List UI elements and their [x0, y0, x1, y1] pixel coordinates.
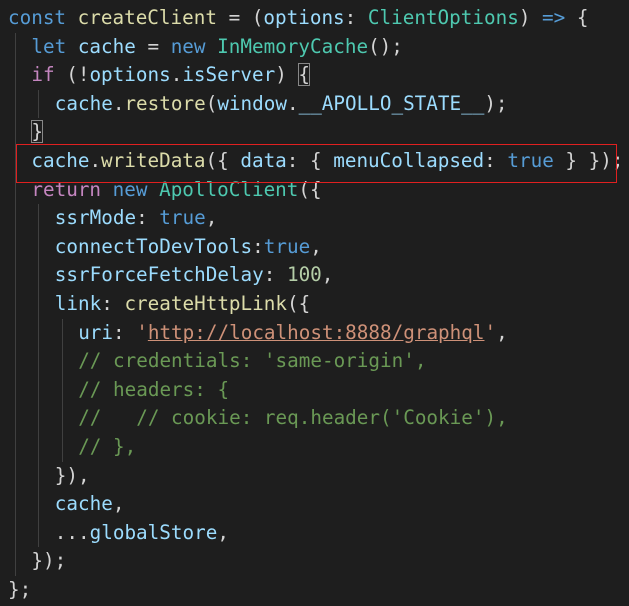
indent-guide: [15, 32, 16, 576]
code-line: }: [31, 118, 43, 147]
code-token: .: [286, 91, 299, 115]
code-token: :: [113, 320, 137, 344]
indent-guide: [61, 318, 63, 462]
code-token: ,: [205, 206, 218, 230]
code-line: });: [31, 547, 66, 576]
code-token: connectToDevTools: [54, 234, 253, 258]
code-token: ): [518, 6, 543, 29]
code-line: // // cookie: req.header('Cookie'),: [78, 404, 508, 433]
code-token: ,: [217, 520, 229, 544]
code-token: ,: [310, 234, 322, 258]
code-token: });: [31, 549, 67, 573]
code-token: }),: [54, 463, 90, 487]
code-line: if (!options.isServer) {: [31, 61, 311, 90]
code-line: ssrMode: true,: [55, 204, 218, 233]
code-token: true: [263, 234, 311, 258]
code-token: new: [170, 34, 218, 58]
code-token: :: [136, 206, 160, 230]
code-token: {: [298, 63, 311, 87]
code-line: }),: [55, 462, 90, 491]
code-editor[interactable]: const createClient = (options: ClientOpt…: [0, 0, 629, 606]
code-token: isServer: [182, 63, 276, 87]
code-token: =: [135, 34, 171, 58]
code-token: ,: [321, 263, 334, 287]
code-token: // // cookie: req.header('Cookie'),: [78, 406, 508, 430]
code-line: uri: 'http://localhost:8888/graphql',: [78, 319, 508, 348]
code-token: ssrMode: [54, 206, 137, 230]
code-token: (: [205, 91, 218, 115]
code-token: {: [565, 6, 589, 29]
code-token: :: [101, 292, 125, 315]
code-token: // credentials: 'same-origin',: [78, 349, 427, 373]
code-token: restore: [124, 91, 206, 115]
code-line: // headers: {: [78, 376, 229, 405]
code-token: .: [112, 91, 125, 115]
code-token: InMemoryCache: [217, 34, 369, 58]
code-token: uri: [78, 320, 114, 344]
code-line: cache.restore(window.__APOLLO_STATE__);: [55, 90, 508, 119]
code-token: cache: [54, 91, 113, 115]
code-token: createClient: [77, 6, 217, 29]
code-token: = (: [216, 6, 264, 29]
code-token: };: [8, 578, 32, 601]
code-token: if: [31, 63, 55, 87]
code-token: :: [252, 234, 264, 258]
code-token: // },: [78, 435, 137, 458]
code-token: const: [8, 6, 78, 29]
code-token: ssrForceFetchDelay: [54, 263, 264, 287]
code-token: true: [159, 206, 206, 230]
code-token: options: [89, 63, 171, 87]
code-token: ();: [368, 34, 403, 58]
code-line: cache,: [55, 490, 125, 519]
code-token: globalStore: [89, 520, 218, 544]
code-token: =>: [542, 6, 566, 29]
code-token: ClientOptions: [367, 6, 519, 29]
code-line: let cache = new InMemoryCache();: [31, 33, 403, 62]
code-token: ,: [496, 320, 508, 344]
code-token: ({: [286, 292, 311, 315]
highlight-box: [16, 144, 617, 183]
code-token: }: [31, 120, 43, 144]
indent-guide: [38, 204, 40, 548]
code-line: link: createHttpLink({: [55, 290, 310, 319]
code-token: cache: [77, 34, 136, 58]
code-token: cache: [54, 492, 113, 516]
code-line: ssrForceFetchDelay: 100,: [55, 261, 334, 290]
code-line: };: [8, 576, 31, 605]
code-token: __APOLLO_STATE__: [298, 91, 485, 115]
code-line: // credentials: 'same-origin',: [78, 347, 426, 376]
code-token: createHttpLink: [124, 292, 287, 315]
code-token: ,: [112, 492, 125, 516]
code-token: ): [275, 63, 299, 87]
indent-guide: [38, 89, 40, 119]
code-token: 100: [286, 263, 322, 287]
code-token: .: [170, 63, 183, 87]
code-token: (!: [54, 63, 90, 87]
code-line: connectToDevTools:true,: [55, 233, 322, 262]
code-token: window: [217, 91, 287, 115]
code-token: http://localhost:8888/graphql: [147, 320, 485, 344]
code-token: link: [54, 292, 102, 315]
code-line: ...globalStore,: [55, 519, 229, 548]
code-token: ': [136, 320, 148, 344]
code-token: :: [263, 263, 287, 287]
code-token: :: [344, 6, 368, 29]
code-line: // },: [78, 433, 136, 462]
code-token: let: [31, 34, 78, 58]
code-token: options: [263, 6, 345, 29]
code-token: ': [484, 320, 497, 344]
code-line: const createClient = (options: ClientOpt…: [8, 4, 588, 33]
code-token: );: [484, 91, 508, 115]
code-token: // headers: {: [78, 377, 230, 401]
code-token: ...: [54, 520, 90, 544]
